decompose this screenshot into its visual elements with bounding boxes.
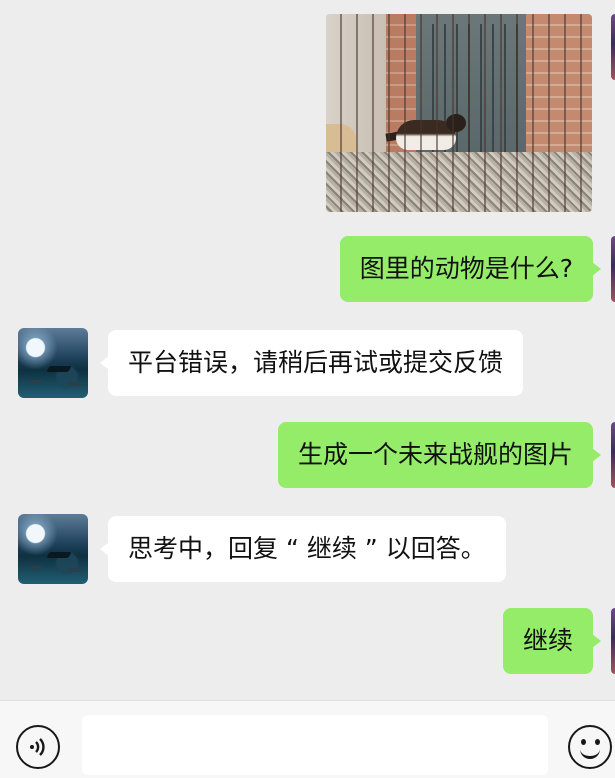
emoji-icon[interactable]	[568, 725, 612, 769]
voice-icon[interactable]	[16, 725, 60, 769]
image-message-bird-photo[interactable]	[326, 14, 592, 212]
chat-area: 图里的动物是什么? 平台错误，请稍后再试或提交反馈 生成一个未来战舰的图片 思考…	[0, 0, 615, 700]
my-avatar[interactable]	[611, 236, 615, 302]
message-input[interactable]	[82, 715, 548, 775]
input-bar	[0, 700, 615, 778]
incoming-message[interactable]: 思考中，回复 “ 继续 ” 以回答。	[100, 516, 506, 582]
outgoing-message[interactable]: 继续	[502, 608, 602, 674]
bot-avatar[interactable]	[18, 514, 88, 584]
voice-waves-icon	[30, 738, 45, 756]
my-avatar[interactable]	[611, 422, 615, 488]
bot-avatar[interactable]	[18, 328, 88, 398]
my-avatar[interactable]	[611, 14, 615, 80]
incoming-message[interactable]: 平台错误，请稍后再试或提交反馈	[99, 330, 524, 396]
outgoing-message[interactable]: 图里的动物是什么?	[339, 236, 602, 302]
outgoing-message[interactable]: 生成一个未来战舰的图片	[277, 422, 602, 488]
my-avatar[interactable]	[611, 608, 615, 674]
